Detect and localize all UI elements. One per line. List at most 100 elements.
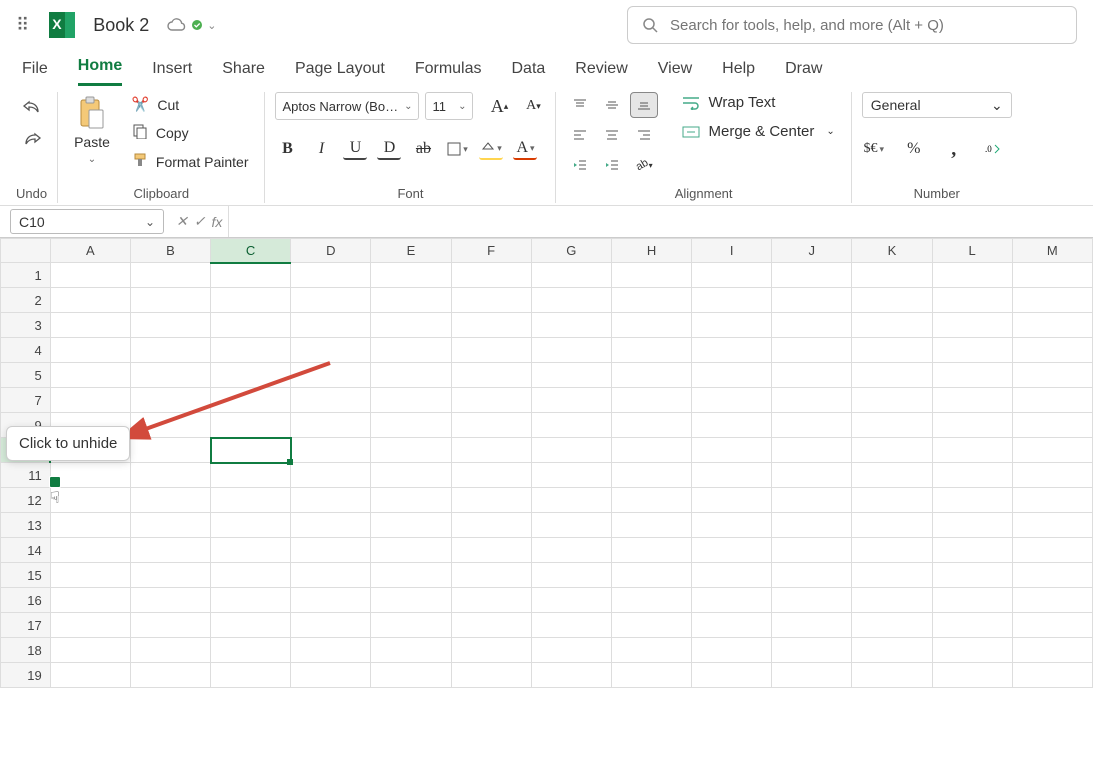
cell[interactable] <box>211 663 291 688</box>
cell[interactable] <box>611 263 691 288</box>
cell[interactable] <box>451 513 531 538</box>
cell[interactable] <box>772 613 852 638</box>
cell[interactable] <box>371 438 451 463</box>
save-status[interactable]: ⌄ <box>167 17 216 33</box>
row-header[interactable]: 5 <box>1 363 51 388</box>
cell[interactable] <box>451 613 531 638</box>
row-header[interactable]: 7 <box>1 388 51 413</box>
cell[interactable] <box>692 438 772 463</box>
cell[interactable] <box>932 638 1012 663</box>
increase-decimal-button[interactable]: .0 <box>982 138 1006 160</box>
italic-button[interactable]: I <box>309 138 333 160</box>
accounting-format-button[interactable]: $€ <box>862 138 886 160</box>
cell[interactable] <box>130 563 210 588</box>
cell[interactable] <box>932 513 1012 538</box>
column-header[interactable]: E <box>371 239 451 263</box>
cell[interactable] <box>772 413 852 438</box>
cell[interactable] <box>211 313 291 338</box>
cell[interactable] <box>772 638 852 663</box>
cell[interactable] <box>611 638 691 663</box>
cell[interactable] <box>852 288 932 313</box>
cancel-formula-button[interactable]: ✕ <box>176 213 188 230</box>
cell[interactable] <box>1012 613 1092 638</box>
column-header[interactable]: M <box>1012 239 1092 263</box>
cell[interactable] <box>50 538 130 563</box>
cell[interactable] <box>1012 263 1092 288</box>
cell[interactable] <box>932 363 1012 388</box>
cell[interactable] <box>371 588 451 613</box>
cell[interactable] <box>371 513 451 538</box>
merge-center-button[interactable]: Merge & Center⌄ <box>676 121 840 142</box>
cell[interactable] <box>371 613 451 638</box>
column-header[interactable]: F <box>451 239 531 263</box>
cell[interactable] <box>531 638 611 663</box>
column-header[interactable]: C <box>211 239 291 263</box>
cell[interactable] <box>291 263 371 288</box>
cell[interactable] <box>1012 488 1092 513</box>
cell[interactable] <box>852 488 932 513</box>
percent-format-button[interactable]: % <box>902 138 926 160</box>
cell[interactable] <box>852 563 932 588</box>
cell[interactable] <box>50 388 130 413</box>
cell[interactable] <box>692 288 772 313</box>
decrease-indent-button[interactable] <box>566 152 594 178</box>
cell[interactable] <box>692 338 772 363</box>
orientation-button[interactable]: ab▾ <box>630 152 658 178</box>
cell[interactable] <box>451 638 531 663</box>
grow-font-button[interactable]: A▴ <box>487 95 511 117</box>
cell[interactable] <box>291 588 371 613</box>
cell[interactable] <box>852 538 932 563</box>
fill-color-button[interactable] <box>479 138 503 160</box>
row-header[interactable]: 2 <box>1 288 51 313</box>
cell[interactable] <box>371 363 451 388</box>
column-header[interactable]: A <box>50 239 130 263</box>
cell[interactable] <box>852 513 932 538</box>
tab-home[interactable]: Home <box>78 57 122 86</box>
cell[interactable] <box>50 313 130 338</box>
cell[interactable] <box>852 363 932 388</box>
cell[interactable] <box>211 513 291 538</box>
cell[interactable] <box>611 388 691 413</box>
cell[interactable] <box>692 463 772 488</box>
cut-button[interactable]: ✂️Cut <box>126 92 255 117</box>
row-header[interactable]: 12 <box>1 488 51 513</box>
cell[interactable] <box>611 613 691 638</box>
cell[interactable] <box>772 363 852 388</box>
cell[interactable] <box>50 463 130 488</box>
cell[interactable] <box>130 613 210 638</box>
cell[interactable] <box>1012 413 1092 438</box>
cell[interactable] <box>1012 438 1092 463</box>
cell[interactable] <box>451 263 531 288</box>
formula-input[interactable] <box>228 206 1093 237</box>
cell[interactable] <box>1012 313 1092 338</box>
cell[interactable] <box>692 488 772 513</box>
search-input[interactable] <box>670 17 1062 34</box>
cell[interactable] <box>50 588 130 613</box>
tab-file[interactable]: File <box>22 60 48 86</box>
cell[interactable] <box>211 463 291 488</box>
cell[interactable] <box>611 563 691 588</box>
cell[interactable] <box>611 513 691 538</box>
cell[interactable] <box>291 638 371 663</box>
cell[interactable] <box>50 288 130 313</box>
cell[interactable] <box>692 413 772 438</box>
border-button[interactable] <box>445 138 469 160</box>
cell[interactable] <box>932 463 1012 488</box>
cell[interactable] <box>772 663 852 688</box>
cell[interactable] <box>531 263 611 288</box>
name-box[interactable]: C10 ⌄ <box>10 209 164 234</box>
row-header[interactable]: 15 <box>1 563 51 588</box>
cell[interactable] <box>531 563 611 588</box>
cell[interactable] <box>371 413 451 438</box>
cell[interactable] <box>1012 388 1092 413</box>
row-header[interactable]: 14 <box>1 538 51 563</box>
cell[interactable] <box>371 313 451 338</box>
app-launcher-icon[interactable]: ⠿ <box>16 15 31 36</box>
cell[interactable] <box>371 538 451 563</box>
cell[interactable] <box>451 588 531 613</box>
cell[interactable] <box>211 288 291 313</box>
cell[interactable] <box>932 663 1012 688</box>
cell[interactable] <box>130 588 210 613</box>
cell[interactable] <box>611 288 691 313</box>
cell[interactable] <box>692 563 772 588</box>
